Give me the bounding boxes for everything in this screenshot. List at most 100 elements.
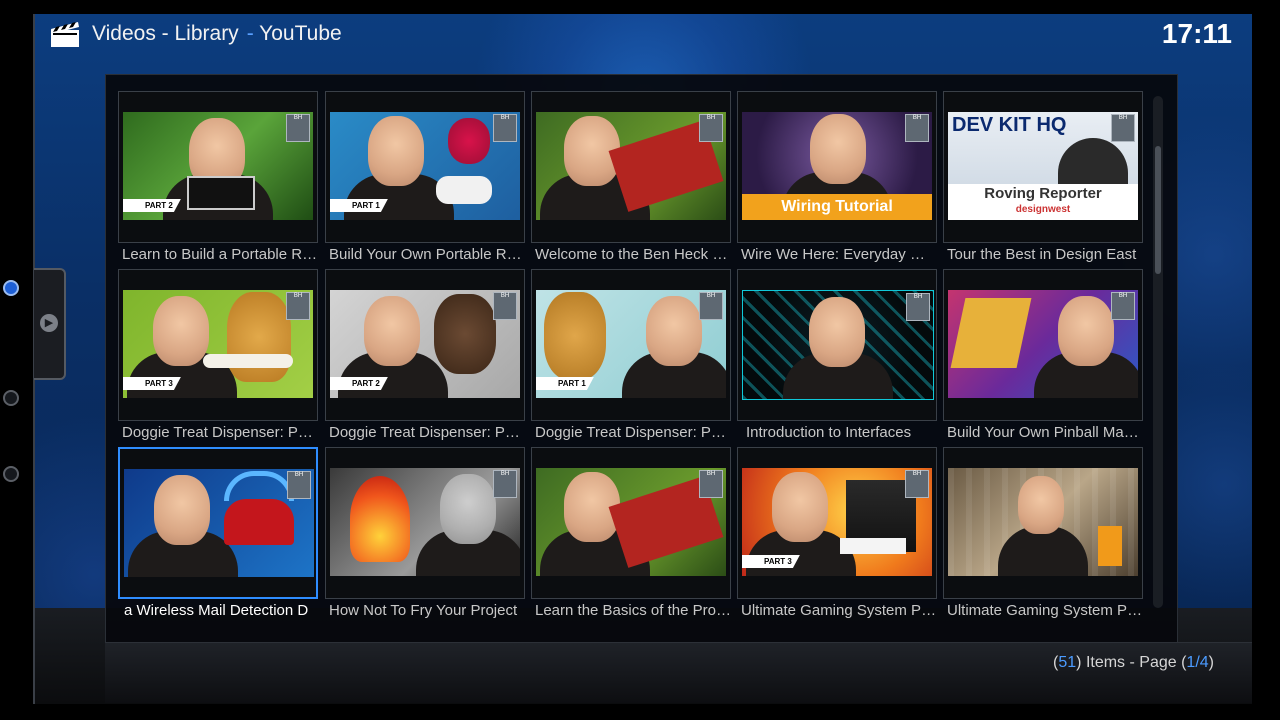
item-count: (51) Items - Page (1/4) — [1053, 654, 1214, 671]
video-title: Doggie Treat Dispenser: Part 2 — [329, 424, 525, 441]
video-tile[interactable]: BH How Not To Fry Your Project — [325, 447, 525, 625]
thumbnail-frame: PART 1 BH — [531, 269, 731, 421]
video-tile[interactable]: BH Build Your Own Pinball Machine — [943, 269, 1143, 447]
part-badge: PART 2 — [330, 377, 388, 390]
video-tile[interactable]: PART 2 BH Doggie Treat Dispenser: Part 2 — [325, 269, 525, 447]
thumbnail: BH — [536, 112, 726, 220]
thumbnail-frame: PART 2 BH — [325, 269, 525, 421]
thumbnail-face — [1058, 296, 1114, 366]
thumbnail: PART 1 BH — [330, 112, 520, 220]
video-tile[interactable]: BH Welcome to the Ben Heck Show — [531, 91, 731, 269]
bone-icon — [203, 354, 293, 368]
show-logo-icon: BH — [905, 470, 929, 498]
thumbnail: PART 2 BH — [330, 290, 520, 398]
show-logo-icon: BH — [699, 292, 723, 320]
thumbnail-frame: BH — [118, 447, 318, 599]
thumbnail-frame: DEV KIT HQ Roving Reporter designwest BH — [943, 91, 1143, 243]
raspberry-icon — [448, 118, 490, 164]
thumbnail-frame: BH — [531, 91, 731, 243]
video-title: Wire We Here: Everyday Wiring — [741, 246, 937, 263]
video-title: Tour the Best in Design East — [947, 246, 1137, 263]
dog-icon — [227, 292, 291, 382]
item-count-value: 51 — [1058, 654, 1077, 671]
addon-title: YouTube — [259, 22, 342, 45]
thumbnail-face — [646, 296, 702, 366]
chevron-right-icon[interactable]: ▶ — [40, 314, 58, 332]
thumbnail-frame: BH — [531, 447, 731, 599]
nav-dot[interactable] — [3, 390, 19, 406]
video-tile[interactable]: PART 3 BH Ultimate Gaming System Part 3 — [737, 447, 937, 625]
video-title: Build Your Own Pinball Machine — [947, 424, 1143, 441]
thumbnail: PART 1 BH — [536, 290, 726, 398]
thumbnail: BH — [536, 468, 726, 576]
show-logo-icon: BH — [493, 470, 517, 498]
video-tile[interactable]: PART 3 BH Doggie Treat Dispenser: Part 3 — [118, 269, 318, 447]
video-title: Learn to Build a Portable Raspberry Pi — [122, 246, 318, 263]
video-tile-focused[interactable]: BH a Wireless Mail Detection D — [118, 447, 318, 625]
thumbnail: PART 2 BH — [123, 112, 313, 220]
thumbnail-frame: PART 2 BH — [118, 91, 318, 243]
video-title: Doggie Treat Dispenser: Part 1 — [535, 424, 731, 441]
part-badge: PART 1 — [330, 199, 388, 212]
multimeter-icon — [1098, 526, 1122, 566]
thumbnail: PART 3 BH — [742, 468, 932, 576]
video-tile[interactable]: Wiring Tutorial BH Wire We Here: Everyda… — [737, 91, 937, 269]
section-title: Videos - Library — [92, 22, 239, 45]
fire-icon — [350, 476, 410, 562]
thumbnail-face — [772, 472, 828, 542]
video-title: Ultimate Gaming System Part 2 — [947, 602, 1143, 619]
show-logo-icon: BH — [286, 292, 310, 320]
thumbnail-frame: Wiring Tutorial BH — [737, 91, 937, 243]
thumbnail-face — [810, 114, 866, 184]
video-tile[interactable]: BH Introduction to Interfaces — [737, 269, 937, 447]
show-logo-icon: BH — [699, 114, 723, 142]
video-tile[interactable]: DEV KIT HQ Roving Reporter designwest BH… — [943, 91, 1143, 269]
thumbnail-face — [368, 116, 424, 186]
video-tile[interactable]: PART 2 BH Learn to Build a Portable Rasp… — [118, 91, 318, 269]
wifi-icon — [224, 471, 294, 501]
nav-dot[interactable] — [3, 466, 19, 482]
show-logo-icon: BH — [905, 114, 929, 142]
video-tile[interactable]: PART 1 BH Build Your Own Portable Raspbe… — [325, 91, 525, 269]
scrollbar-thumb[interactable] — [1155, 146, 1161, 274]
clapperboard-icon — [51, 22, 79, 47]
items-page-label: Items - Page — [1085, 654, 1177, 671]
video-tile[interactable]: PART 1 BH Doggie Treat Dispenser: Part 1 — [531, 269, 731, 447]
thumbnail-frame: BH — [325, 447, 525, 599]
video-tile[interactable]: Ultimate Gaming System Part 2 — [943, 447, 1143, 625]
video-title: Build Your Own Portable Raspberry Pi — [329, 246, 525, 263]
banner-title: Roving Reporter — [984, 185, 1102, 202]
dog-icon — [544, 292, 606, 380]
thumbnail-device — [187, 176, 255, 210]
part-badge: PART 2 — [123, 199, 181, 212]
show-logo-icon: BH — [906, 293, 930, 321]
show-logo-icon: BH — [286, 114, 310, 142]
video-title: Learn the Basics of the Processor — [535, 602, 731, 619]
thumbnail: Wiring Tutorial BH — [742, 112, 932, 220]
video-title: Ultimate Gaming System Part 3 — [741, 602, 937, 619]
thumbnail-face — [440, 474, 496, 544]
show-logo-icon: BH — [699, 470, 723, 498]
video-tile[interactable]: BH Learn the Basics of the Processor — [531, 447, 731, 625]
thumbnail: BH — [124, 469, 314, 577]
nav-dot-active[interactable] — [3, 280, 19, 296]
video-title: a Wireless Mail Detection D — [124, 602, 309, 619]
thumbnail: BH — [330, 468, 520, 576]
thumbnail-face — [153, 296, 209, 366]
banner-label: Roving Reporter designwest — [948, 184, 1138, 220]
thumbnail-face — [154, 475, 210, 545]
show-logo-icon: BH — [493, 114, 517, 142]
thumbnail-frame: BH — [943, 269, 1143, 421]
part-badge: PART 1 — [536, 377, 594, 390]
video-grid: PART 2 BH Learn to Build a Portable Ras p… — [118, 91, 1148, 631]
thumbnail-frame — [943, 447, 1143, 599]
thumbnail: PART 3 BH — [123, 290, 313, 398]
footer-bar — [105, 642, 1252, 703]
video-title: How Not To Fry Your Project — [329, 602, 518, 619]
video-title: Introduction to Interfaces — [746, 424, 912, 441]
thumbnail: DEV KIT HQ Roving Reporter designwest BH — [948, 112, 1138, 220]
thumbnail-frame: PART 3 BH — [118, 269, 318, 421]
part-badge: PART 3 — [123, 377, 181, 390]
banner-top-label: DEV KIT HQ — [952, 114, 1067, 136]
show-logo-icon: BH — [1111, 114, 1135, 142]
